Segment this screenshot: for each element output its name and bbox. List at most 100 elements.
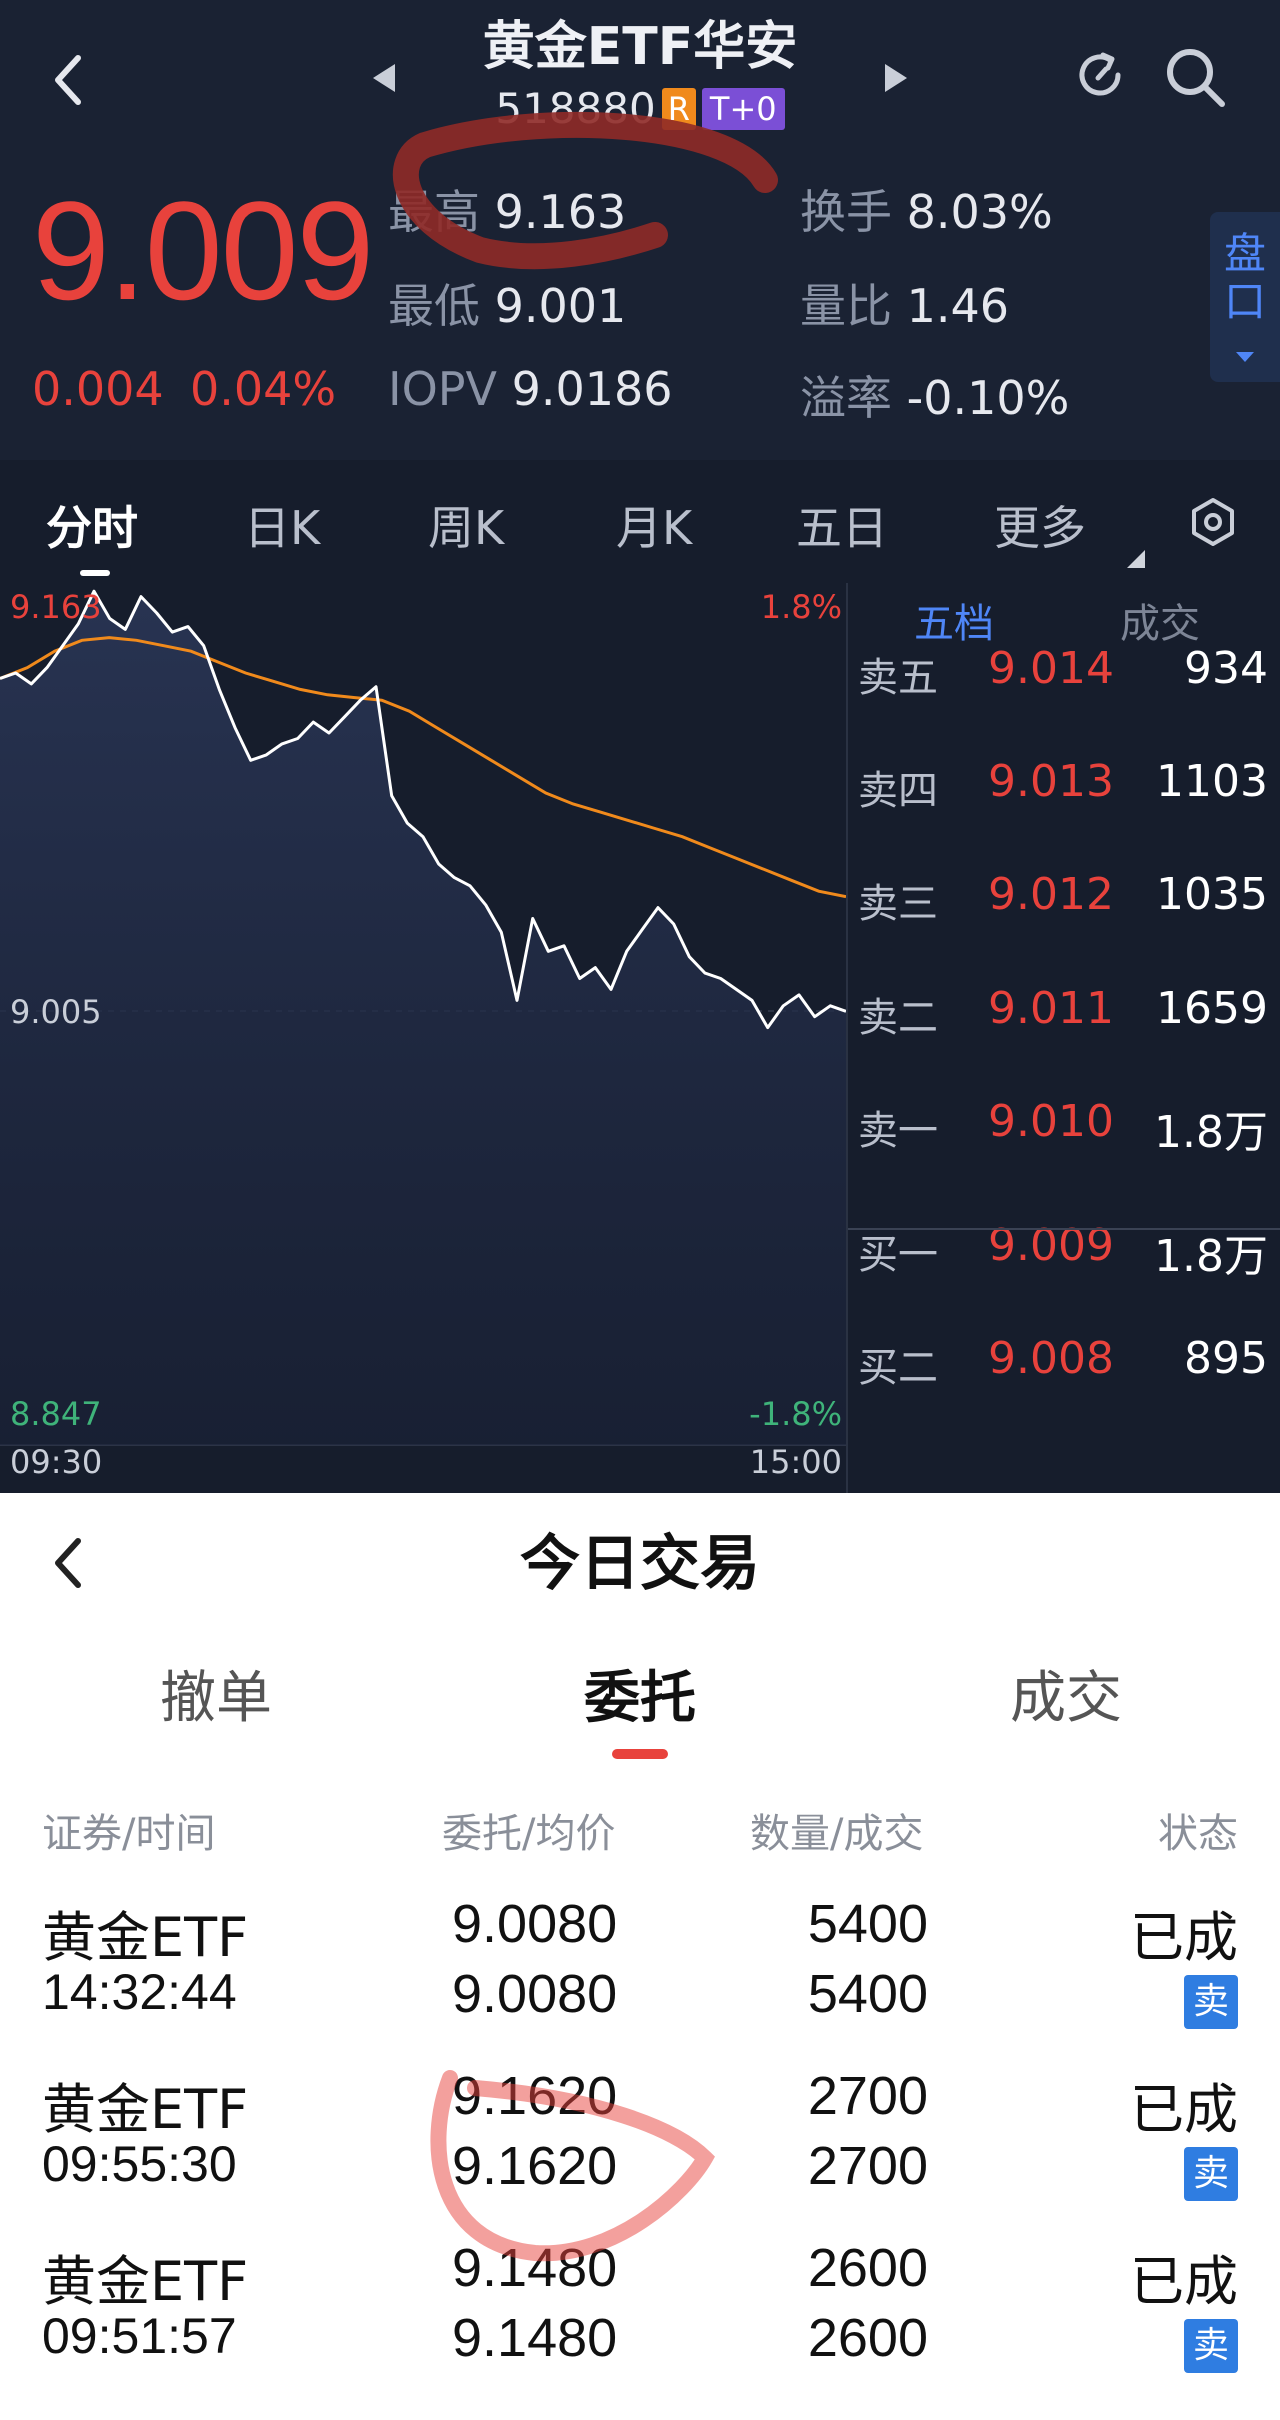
stat-iopv: IOPV 9.0186 <box>388 362 673 416</box>
book-divider <box>848 1228 1280 1230</box>
order-book: 五档 成交 卖五 9.014 934 卖四 9.013 1103 卖三 9.012 1035 卖二… <box>846 583 1280 1493</box>
order-time: 09:51:57 <box>42 2308 237 2364</box>
order-status: 已成 <box>1130 1906 1238 1969</box>
book-level-label: 卖四 <box>858 768 938 814</box>
tab-cancel[interactable]: 撤单 <box>160 1653 272 1734</box>
book-row[interactable]: 卖二 9.011 1659 <box>848 973 1280 1053</box>
sell-badge: 卖 <box>1184 2147 1238 2201</box>
col-header-status: 状态 <box>1158 1811 1238 1857</box>
top-price-label: 9.163 <box>10 588 102 626</box>
order-time: 09:55:30 <box>42 2136 237 2192</box>
order-price: 9.1480 <box>452 2238 618 2298</box>
book-row[interactable]: 卖三 9.012 1035 <box>848 859 1280 939</box>
book-row[interactable]: 卖五 9.014 934 <box>848 633 1280 713</box>
stat-label: 最低 <box>388 279 480 333</box>
stat-value: 1.46 <box>906 279 1010 333</box>
security-name: 黄金ETF <box>42 2078 249 2141</box>
book-row[interactable]: 买一 9.009 1.8万 <box>848 1210 1280 1290</box>
start-time-label: 09:30 <box>10 1443 103 1481</box>
stat-label: 换手 <box>800 185 892 239</box>
stat-value: -0.10% <box>906 371 1070 425</box>
settings-icon[interactable] <box>1185 494 1241 550</box>
order-price: 9.1620 <box>452 2066 618 2126</box>
book-row[interactable]: 卖四 9.013 1103 <box>848 746 1280 826</box>
order-row[interactable]: 黄金ETF 09:55:30 9.1620 9.1620 2700 2700 已成卖 <box>0 2065 1280 2237</box>
book-price: 9.013 <box>988 756 1114 807</box>
book-price: 9.014 <box>988 643 1114 694</box>
book-price: 9.011 <box>988 983 1114 1034</box>
order-status: 已成 <box>1130 2078 1238 2141</box>
filled-qty: 2600 <box>807 2308 928 2368</box>
more-dropdown-icon[interactable] <box>1127 550 1145 568</box>
stat-turnover: 换手 8.03% <box>800 176 1053 242</box>
search-icon[interactable] <box>1160 42 1232 114</box>
stat-label: 溢率 <box>800 371 892 425</box>
book-price: 9.010 <box>988 1096 1114 1147</box>
chart-plot <box>0 583 847 1446</box>
tab-five-day[interactable]: 五日 <box>796 492 888 558</box>
today-trades-sheet: 今日交易 撤单 委托 成交 证券/时间 委托/均价 数量/成交 状态 黄金ETF… <box>0 1493 1280 2420</box>
book-level-label: 卖一 <box>858 1108 938 1154</box>
col-header-price: 委托/均价 <box>442 1811 616 1857</box>
next-stock-icon[interactable] <box>875 58 915 98</box>
filled-qty: 5400 <box>807 1964 928 2024</box>
avg-price: 9.0080 <box>452 1964 618 2024</box>
refresh-icon[interactable] <box>1070 45 1130 105</box>
avg-price: 9.1480 <box>452 2308 618 2368</box>
top-pct-label: 1.8% <box>760 588 842 626</box>
stat-value: 9.001 <box>494 279 627 333</box>
tab-daily-k[interactable]: 日K <box>244 492 320 558</box>
end-time-label: 15:00 <box>749 1443 842 1481</box>
order-qty: 2600 <box>807 2238 928 2298</box>
stock-title: 黄金ETF华安 <box>482 17 798 77</box>
tab-intraday[interactable]: 分时 <box>46 492 138 558</box>
book-level-label: 卖三 <box>858 881 938 927</box>
book-price: 9.012 <box>988 869 1114 920</box>
order-price: 9.0080 <box>452 1894 618 1954</box>
stat-value: 9.163 <box>494 185 627 239</box>
price-change-pct: 0.04% <box>190 362 337 416</box>
tab-weekly-k[interactable]: 周K <box>428 492 504 558</box>
order-qty: 5400 <box>807 1894 928 1954</box>
stock-code-row: 518880 R T+0 <box>440 84 840 133</box>
back-icon[interactable] <box>40 40 100 120</box>
book-volume: 1103 <box>1156 756 1268 807</box>
book-row[interactable]: 买二 9.008 895 <box>848 1323 1280 1403</box>
intraday-chart[interactable]: 9.163 1.8% 9.005 8.847 -1.8% 09:30 15:00 <box>0 583 847 1485</box>
sheet-title: 今日交易 <box>520 1529 760 1599</box>
book-volume: 1035 <box>1156 869 1268 920</box>
stat-high: 最高 9.163 <box>388 176 626 242</box>
prev-stock-icon[interactable] <box>365 58 405 98</box>
sell-badge: 卖 <box>1184 1975 1238 2029</box>
book-volume: 895 <box>1184 1333 1268 1384</box>
stat-premium: 溢率 -0.10% <box>800 362 1069 428</box>
order-row[interactable]: 黄金ETF 14:32:44 9.0080 9.0080 5400 5400 已成卖 <box>0 1893 1280 2065</box>
avg-price: 9.1620 <box>452 2136 618 2196</box>
risk-badge: R <box>661 87 696 130</box>
tab-orders[interactable]: 委托 <box>584 1653 696 1734</box>
order-qty: 2700 <box>807 2066 928 2126</box>
t0-badge: T+0 <box>701 87 785 130</box>
tab-filled[interactable]: 成交 <box>1010 1653 1122 1734</box>
stat-label: 量比 <box>800 279 892 333</box>
quote-header: 黄金ETF华安 518880 R T+0 9.009 0.004 0.04% 最… <box>0 0 1280 460</box>
book-volume: 934 <box>1184 643 1268 694</box>
pankou-tab[interactable]: 盘口 <box>1210 212 1280 382</box>
tab-indicator <box>80 570 110 576</box>
security-name: 黄金ETF <box>42 2250 249 2313</box>
tab-more[interactable]: 更多 <box>994 492 1086 558</box>
stat-value: 9.0186 <box>511 362 673 416</box>
filled-qty: 2700 <box>807 2136 928 2196</box>
book-level-label: 买一 <box>858 1232 938 1278</box>
book-level-label: 买二 <box>858 1345 938 1391</box>
tab-monthly-k[interactable]: 月K <box>616 492 692 558</box>
book-row[interactable]: 卖一 9.010 1.8万 <box>848 1086 1280 1166</box>
back-icon[interactable] <box>40 1523 100 1603</box>
pankou-label: 盘口 <box>1223 229 1266 326</box>
quote-screen: 黄金ETF华安 518880 R T+0 9.009 0.004 0.04% 最… <box>0 0 1280 1493</box>
order-status: 已成 <box>1130 2250 1238 2313</box>
book-volume: 1.8万 <box>1154 1107 1268 1158</box>
order-row[interactable]: 黄金ETF 09:51:57 9.1480 9.1480 2600 2600 已成卖 <box>0 2237 1280 2409</box>
bottom-pct-label: -1.8% <box>749 1395 842 1433</box>
book-volume: 1659 <box>1156 983 1268 1034</box>
